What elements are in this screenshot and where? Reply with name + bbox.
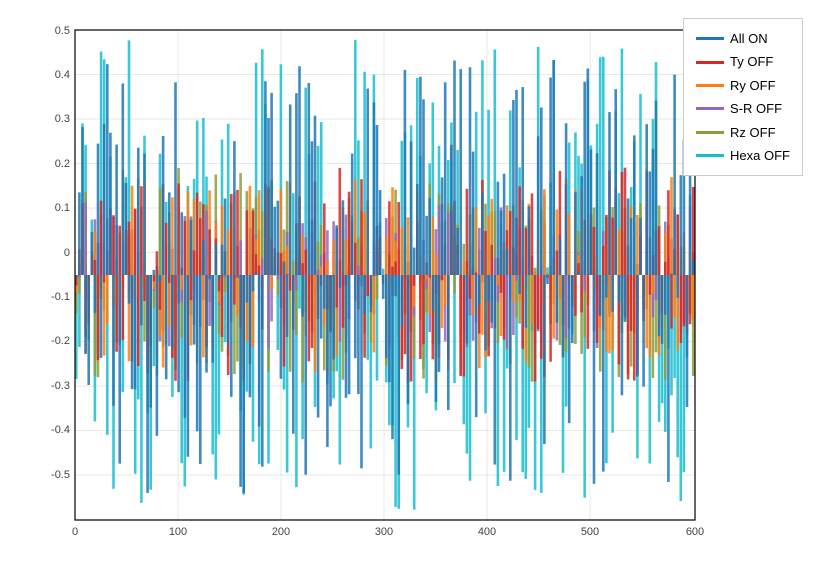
legend-item-tyoff: Ty OFF [696,50,790,73]
legend-label-tyoff: Ty OFF [730,50,773,73]
legend-color-sroff [696,107,724,110]
legend-item-hexaoff: Hexa OFF [696,144,790,167]
svg-text:-0.5: -0.5 [51,469,70,481]
legend-color-ryoff [696,84,724,87]
svg-text:0: 0 [72,526,78,538]
legend-color-allon [696,37,724,40]
legend-item-rzoff: Rz OFF [696,121,790,144]
svg-text:100: 100 [169,526,187,538]
svg-text:600: 600 [686,526,704,538]
svg-text:0.2: 0.2 [55,158,70,170]
legend-item-ryoff: Ry OFF [696,74,790,97]
svg-text:400: 400 [478,526,496,538]
legend-color-tyoff [696,61,724,64]
svg-text:0.3: 0.3 [55,113,70,125]
svg-text:0.4: 0.4 [55,69,70,81]
legend-color-rzoff [696,131,724,134]
svg-text:0.1: 0.1 [55,202,70,214]
svg-text:-0.4: -0.4 [51,424,70,436]
legend-item-sroff: S-R OFF [696,97,790,120]
chart-legend: All ON Ty OFF Ry OFF S-R OFF Rz OFF Hexa… [683,18,803,176]
svg-text:0.5: 0.5 [55,25,70,37]
svg-text:200: 200 [272,526,290,538]
legend-item-allon: All ON [696,27,790,50]
chart-container: 0.5 0.4 0.3 0.2 0.1 0 -0.1 -0.2 -0.3 -0.… [0,0,821,584]
legend-label-sroff: S-R OFF [730,97,782,120]
svg-text:-0.1: -0.1 [51,291,70,303]
legend-color-hexaoff [696,154,724,157]
svg-text:-0.3: -0.3 [51,380,70,392]
legend-label-ryoff: Ry OFF [730,74,776,97]
legend-label-rzoff: Rz OFF [730,121,776,144]
legend-label-allon: All ON [730,27,768,50]
svg-text:500: 500 [581,526,599,538]
legend-label-hexaoff: Hexa OFF [730,144,790,167]
svg-text:300: 300 [375,526,393,538]
svg-text:0: 0 [64,247,70,259]
svg-text:-0.2: -0.2 [51,335,70,347]
